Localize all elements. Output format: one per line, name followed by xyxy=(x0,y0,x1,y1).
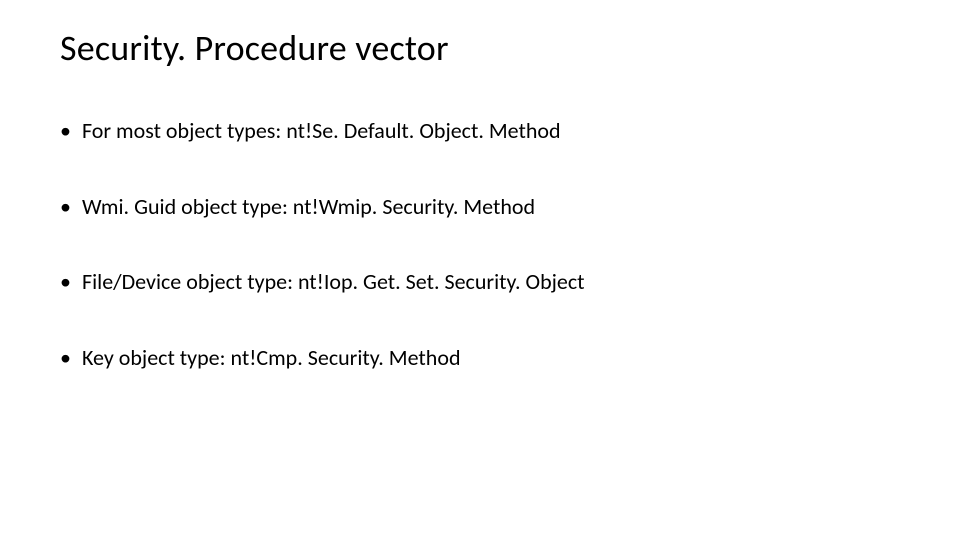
bullet-text: File/Device object type: nt!Iop. Get. Se… xyxy=(82,268,585,295)
list-item: File/Device object type: nt!Iop. Get. Se… xyxy=(60,268,900,296)
list-item: Wmi. Guid object type: nt!Wmip. Security… xyxy=(60,193,900,221)
list-item: Key object type: nt!Cmp. Security. Metho… xyxy=(60,344,900,372)
bullet-text: For most object types: nt!Se. Default. O… xyxy=(82,117,561,144)
slide: Security. Procedure vector For most obje… xyxy=(0,0,960,540)
bullet-text: Wmi. Guid object type: nt!Wmip. Security… xyxy=(82,193,535,220)
bullet-list: For most object types: nt!Se. Default. O… xyxy=(60,117,900,371)
bullet-text: Key object type: nt!Cmp. Security. Metho… xyxy=(82,344,461,371)
slide-title: Security. Procedure vector xyxy=(60,28,900,69)
list-item: For most object types: nt!Se. Default. O… xyxy=(60,117,900,145)
